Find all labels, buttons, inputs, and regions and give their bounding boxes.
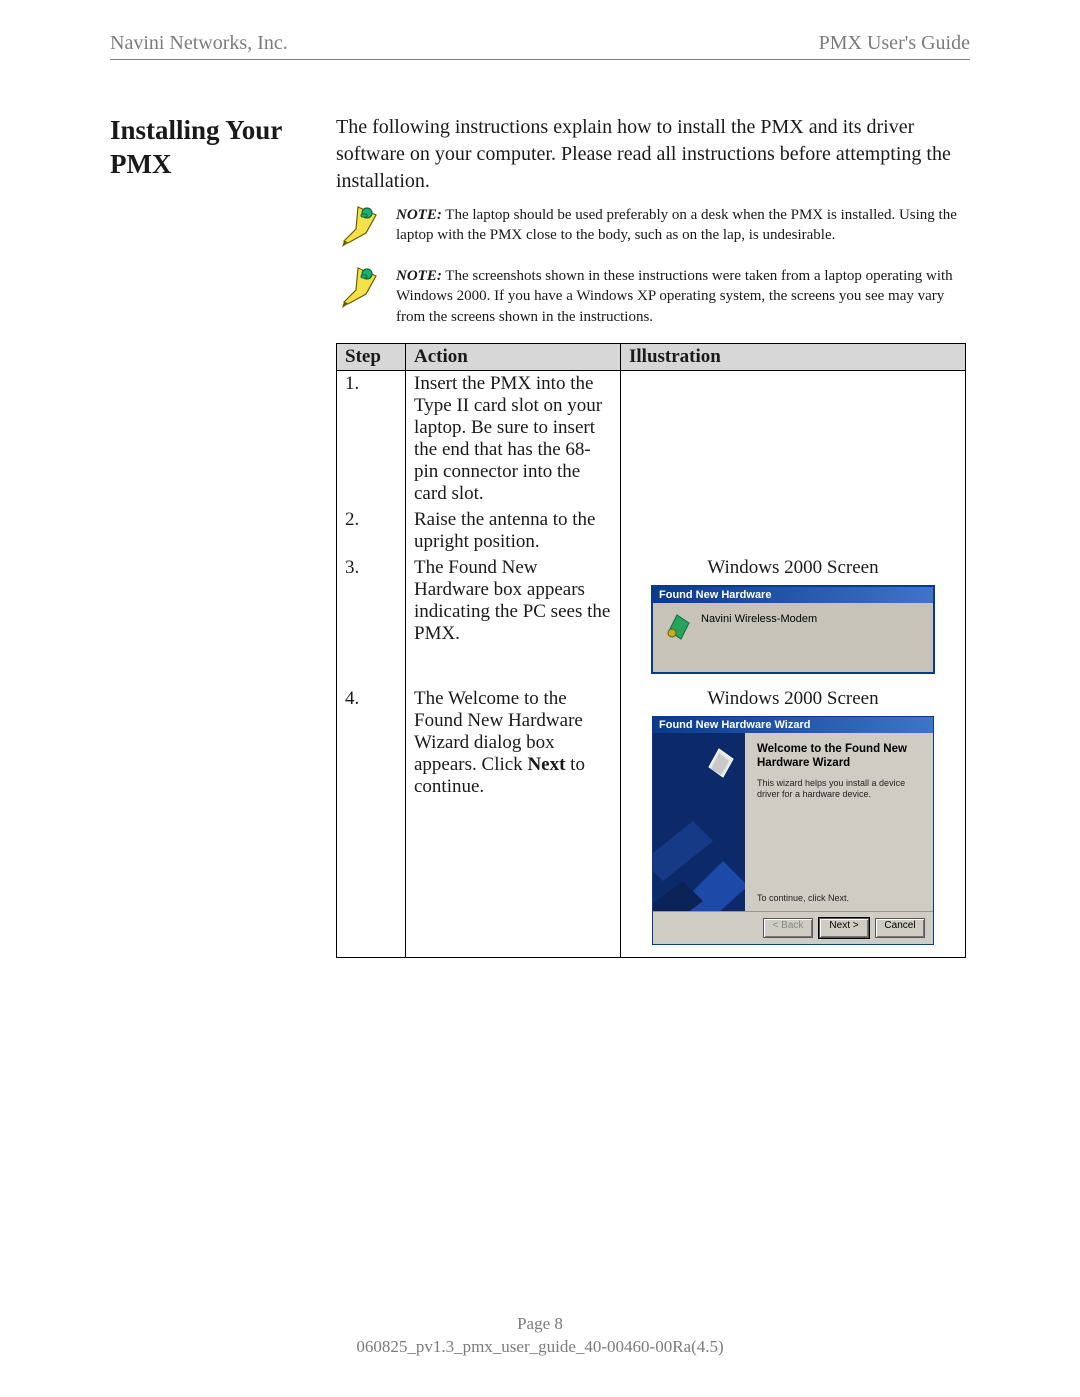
note-text: NOTE: The laptop should be used preferab… [396,205,970,246]
table-row: 2. Raise the antenna to the upright posi… [337,507,966,555]
wizard-side-graphic [653,733,745,911]
note-label: NOTE: [396,207,442,223]
note-block: NOTE: The screenshots shown in these ins… [336,266,970,327]
dialog-title: Found New Hardware Wizard [653,717,933,733]
content-area: Installing Your PMX The following instru… [110,114,970,958]
running-header: Navini Networks, Inc. PMX User's Guide [110,32,970,59]
dialog-title: Found New Hardware [653,587,933,603]
document-id: 060825_pv1.3_pmx_user_guide_40-00460-00R… [0,1336,1080,1359]
left-column: Installing Your PMX [110,114,330,182]
running-footer: Page 8 060825_pv1.3_pmx_user_guide_40-00… [0,1313,1080,1359]
abstract-shapes-icon [653,801,745,911]
step-illustration: Windows 2000 Screen Found New Hardware [621,555,966,686]
cancel-button[interactable]: Cancel [875,918,925,938]
dialog-body: Navini Wireless-Modem [653,603,933,672]
device-icon [703,747,735,782]
found-new-hardware-wizard-dialog: Found New Hardware Wizard [652,716,934,945]
table-row: 3. The Found New Hardware box appears in… [337,555,966,686]
note-body: The laptop should be used preferably on … [396,207,957,243]
step-number: 3. [337,555,406,686]
note-text: NOTE: The screenshots shown in these ins… [396,266,970,327]
step-illustration [621,507,966,555]
right-column: The following instructions explain how t… [336,114,970,958]
wizard-button-row: < Back Next > Cancel [653,911,933,944]
note-label: NOTE: [396,268,442,284]
step-number: 2. [337,507,406,555]
table-row: 4. The Welcome to the Found New Hardware… [337,686,966,958]
found-new-hardware-dialog: Found New Hardware Navini Wireless-Modem [651,585,935,674]
steps-table: Step Action Illustration 1. Insert the P… [336,343,966,958]
step-action: Raise the antenna to the upright positio… [406,507,621,555]
wizard-heading: Welcome to the Found New Hardware Wizard [757,743,921,771]
step-number: 1. [337,370,406,507]
page-number: Page 8 [0,1313,1080,1336]
back-button[interactable]: < Back [763,918,813,938]
dialog-text: Navini Wireless-Modem [701,613,817,625]
pushpin-icon [336,266,380,313]
wizard-main-panel: Welcome to the Found New Hardware Wizard… [745,733,933,911]
wizard-subtext: This wizard helps you install a device d… [757,778,921,800]
col-action: Action [406,343,621,370]
step-action: Insert the PMX into the Type II card slo… [406,370,621,507]
step-action: The Found New Hardware box appears indic… [406,555,621,686]
illustration-caption: Windows 2000 Screen [629,557,957,579]
header-right: PMX User's Guide [819,32,970,55]
header-rule [110,59,970,60]
header-left: Navini Networks, Inc. [110,32,288,55]
step-illustration [621,370,966,507]
table-header-row: Step Action Illustration [337,343,966,370]
step-action: The Welcome to the Found New Hardware Wi… [406,686,621,958]
step-number: 4. [337,686,406,958]
col-step: Step [337,343,406,370]
device-icon [663,613,691,644]
table-row: 1. Insert the PMX into the Type II card … [337,370,966,507]
step-illustration: Windows 2000 Screen Found New Hardware W… [621,686,966,958]
pushpin-icon [336,205,380,252]
section-title: Installing Your PMX [110,114,330,182]
illustration-caption: Windows 2000 Screen [629,688,957,710]
note-body: The screenshots shown in these instructi… [396,268,953,325]
note-block: NOTE: The laptop should be used preferab… [336,205,970,252]
wizard-continue-text: To continue, click Next. [757,893,921,903]
next-button[interactable]: Next > [819,918,869,938]
col-illustration: Illustration [621,343,966,370]
dialog-body: Welcome to the Found New Hardware Wizard… [653,733,933,911]
document-page: Navini Networks, Inc. PMX User's Guide I… [0,0,1080,1397]
intro-paragraph: The following instructions explain how t… [336,114,970,195]
